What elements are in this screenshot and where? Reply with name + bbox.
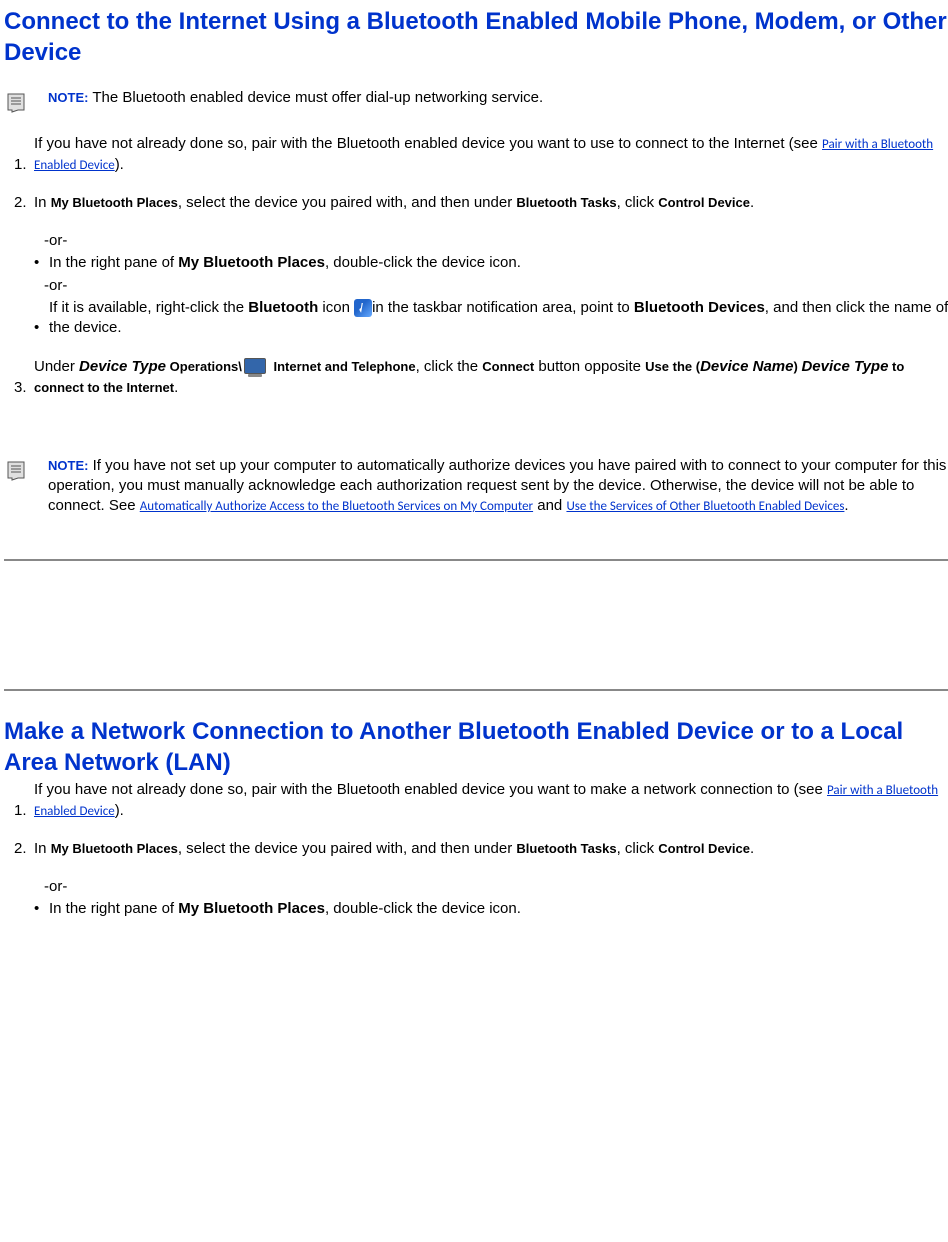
note-block-2: NOTE: If you have not set up your comput… [4, 456, 948, 517]
note-text-1: NOTE: The Bluetooth enabled device must … [38, 88, 948, 108]
sub-item-1a: • In the right pane of My Bluetooth Plac… [34, 253, 948, 273]
s2-or-text-1: -or- [44, 877, 948, 897]
bluetooth-icon [354, 299, 372, 317]
divider-1 [4, 559, 948, 561]
step-2: 2. In My Bluetooth Places, select the de… [4, 193, 948, 213]
or-text-1: -or- [44, 231, 948, 251]
use-services-link[interactable]: Use the Services of Other Bluetooth Enab… [566, 499, 844, 514]
note-text-2: NOTE: If you have not set up your comput… [38, 456, 948, 517]
section-heading-2: Make a Network Connection to Another Blu… [4, 716, 948, 778]
s2-step-1: 1. If you have not already done so, pair… [4, 780, 948, 821]
s2-sub-list: -or- • In the right pane of My Bluetooth… [34, 877, 948, 920]
note-label: NOTE: [48, 90, 88, 105]
sub-item-1b: • If it is available, right-click the Bl… [34, 298, 948, 339]
note-icon [4, 458, 28, 482]
computer-icon [242, 356, 270, 378]
section-heading-1: Connect to the Internet Using a Bluetoot… [4, 6, 948, 68]
note-icon [4, 90, 28, 114]
step-3: 3. Under Device Type Operations\ Interne… [4, 356, 948, 398]
step-1: 1. If you have not already done so, pair… [4, 134, 948, 175]
or-text-2: -or- [44, 276, 948, 296]
s2-sub-item-1: • In the right pane of My Bluetooth Plac… [34, 899, 948, 919]
auto-authorize-link[interactable]: Automatically Authorize Access to the Bl… [140, 499, 533, 514]
note-block-1: NOTE: The Bluetooth enabled device must … [4, 88, 948, 114]
sub-list-1: -or- • In the right pane of My Bluetooth… [34, 231, 948, 338]
s2-step-2: 2. In My Bluetooth Places, select the de… [4, 839, 948, 859]
divider-2 [4, 689, 948, 691]
note-label: NOTE: [48, 458, 88, 473]
